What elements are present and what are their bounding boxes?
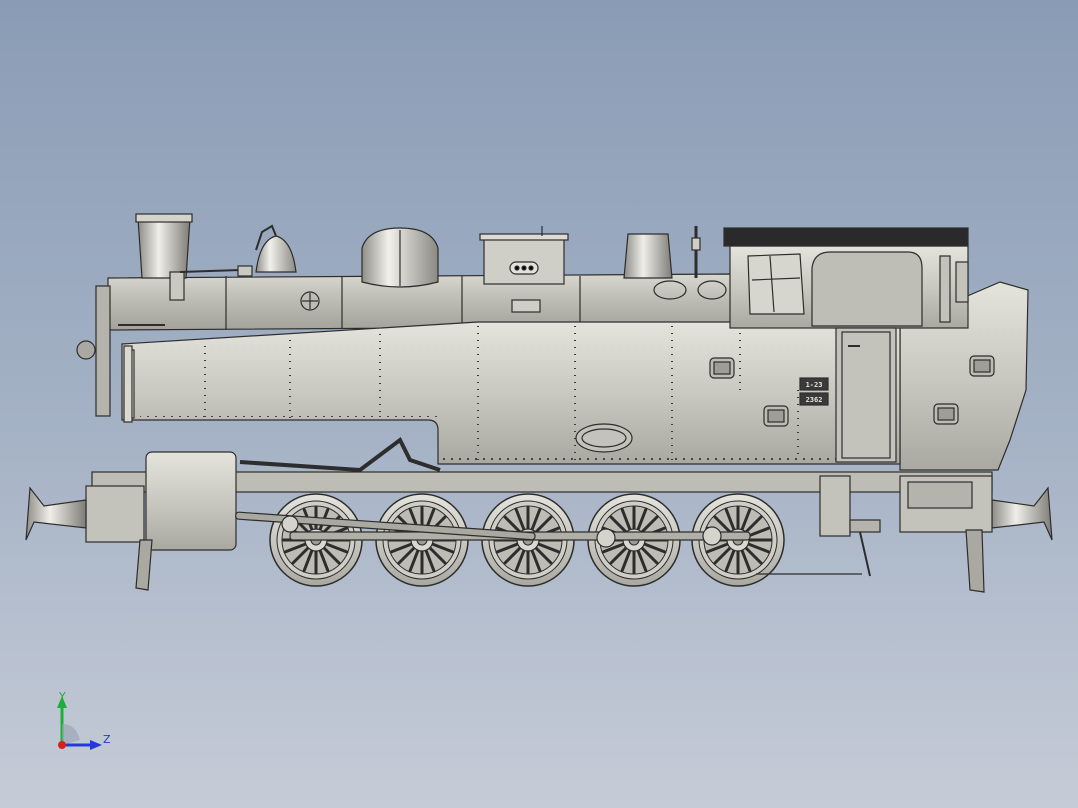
triad-plane-icon	[62, 724, 80, 745]
z-axis-label: Z	[103, 733, 111, 746]
rear-cowcatcher	[965, 529, 985, 593]
bunker-rivet-band	[905, 328, 1023, 332]
cab-front-window	[747, 253, 805, 315]
number-plate-top: 1-23	[806, 381, 823, 389]
chimney	[137, 217, 191, 279]
cab-roof	[723, 227, 969, 247]
front-cowcatcher	[135, 539, 153, 591]
rear-buffer	[991, 486, 1053, 541]
x-axis-dot	[58, 741, 66, 749]
valve-gear	[239, 436, 441, 473]
front-lamp	[76, 340, 96, 360]
bell	[255, 235, 297, 273]
safety-valve-housing	[623, 233, 673, 279]
sandbox	[483, 237, 565, 285]
smokebox-fitting	[169, 271, 185, 301]
front-buffer	[25, 486, 87, 541]
cylinder	[145, 451, 237, 551]
side-tank	[121, 321, 901, 465]
tank-inspection-hatch	[575, 423, 633, 453]
number-plate-bottom: 2362	[806, 396, 823, 404]
y-axis-label: Y	[58, 690, 66, 703]
smokebox-door	[95, 285, 111, 417]
front-buffer-beam	[85, 485, 145, 543]
cad-viewport[interactable]: 1-23 2362 Y Z	[0, 0, 1078, 808]
cab-door-opening	[811, 251, 923, 327]
axis-triad: Y Z	[57, 690, 111, 750]
locomotive-model[interactable]: 1-23 2362	[25, 213, 1053, 593]
z-arrowhead-icon	[90, 740, 102, 750]
cab-door[interactable]	[835, 327, 897, 463]
